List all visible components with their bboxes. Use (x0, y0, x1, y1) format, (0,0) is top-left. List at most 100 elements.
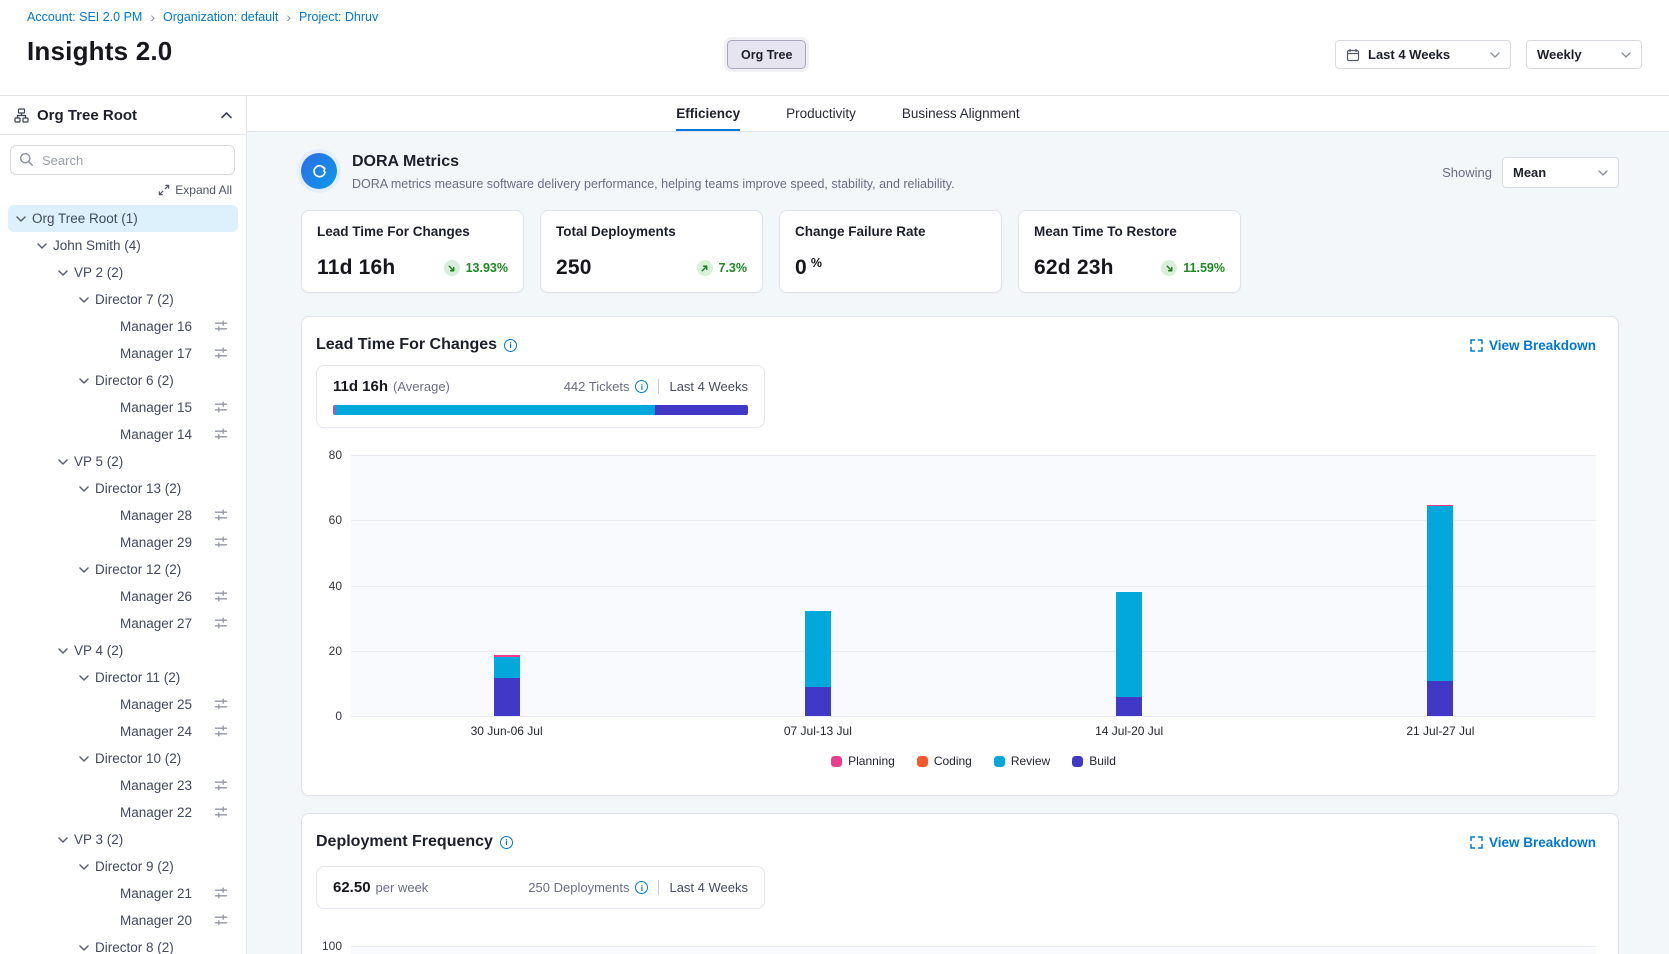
chevron-down-icon (1598, 170, 1608, 176)
legend-item-planning[interactable]: Planning (831, 754, 895, 768)
deployment-rate-qualifier: per week (376, 880, 429, 895)
tree-item-john-smith-4[interactable]: John Smith (4) (8, 232, 238, 259)
filters-sliders-icon[interactable] (214, 778, 228, 795)
lead-time-stage-bar[interactable] (333, 405, 748, 415)
filters-sliders-icon[interactable] (214, 805, 228, 822)
tree-item-manager-17[interactable]: Manager 17 (8, 340, 238, 367)
filters-sliders-icon[interactable] (214, 616, 228, 633)
deployment-view-breakdown-link[interactable]: View Breakdown (1470, 835, 1596, 850)
filters-sliders-icon[interactable] (214, 319, 228, 336)
bar-21-jul-27-jul[interactable] (1427, 505, 1453, 716)
tree-item-manager-28[interactable]: Manager 28 (8, 502, 238, 529)
tree-item-manager-14[interactable]: Manager 14 (8, 421, 238, 448)
tree-item-vp-3-2[interactable]: VP 3 (2) (8, 826, 238, 853)
tree-item-vp-2-2[interactable]: VP 2 (2) (8, 259, 238, 286)
tab-business-alignment[interactable]: Business Alignment (902, 96, 1020, 131)
showing-select[interactable]: Mean (1502, 157, 1619, 188)
tree-item-manager-20[interactable]: Manager 20 (8, 907, 238, 934)
chart-legend: Planning Coding Review Build (351, 754, 1596, 768)
tree-item-director-12-2[interactable]: Director 12 (2) (8, 556, 238, 583)
collapse-sidebar-icon[interactable] (221, 112, 232, 119)
filters-sliders-icon[interactable] (214, 724, 228, 741)
chevron-down-icon[interactable] (58, 270, 74, 276)
chevron-down-icon[interactable] (79, 297, 95, 303)
filters-sliders-icon[interactable] (214, 400, 228, 417)
tree-item-vp-5-2[interactable]: VP 5 (2) (8, 448, 238, 475)
gridline (351, 716, 1596, 717)
info-icon[interactable] (504, 339, 517, 352)
chevron-down-icon[interactable] (58, 648, 74, 654)
tree-item-label: VP 3 (2) (74, 832, 123, 847)
tree-item-label: Manager 26 (120, 589, 192, 604)
tab-productivity[interactable]: Productivity (786, 96, 856, 131)
tree-item-director-8-2[interactable]: Director 8 (2) (8, 934, 238, 954)
tree-item-director-13-2[interactable]: Director 13 (2) (8, 475, 238, 502)
chevron-down-icon[interactable] (16, 216, 32, 222)
x-tick-label: 21 Jul-27 Jul (1406, 724, 1474, 738)
chevron-down-icon[interactable] (79, 864, 95, 870)
filters-sliders-icon[interactable] (214, 886, 228, 903)
tree-item-manager-24[interactable]: Manager 24 (8, 718, 238, 745)
tree-item-manager-22[interactable]: Manager 22 (8, 799, 238, 826)
filters-sliders-icon[interactable] (214, 697, 228, 714)
chevron-down-icon[interactable] (79, 486, 95, 492)
info-icon[interactable] (635, 380, 648, 393)
info-icon[interactable] (635, 881, 648, 894)
chevron-down-icon[interactable] (79, 945, 95, 951)
chevron-down-icon[interactable] (79, 378, 95, 384)
tree-item-vp-4-2[interactable]: VP 4 (2) (8, 637, 238, 664)
plot-area (351, 455, 1596, 716)
filters-sliders-icon[interactable] (214, 346, 228, 363)
date-range-select[interactable]: Last 4 Weeks (1335, 40, 1511, 69)
tree-item-label: Manager 21 (120, 886, 192, 901)
chevron-down-icon[interactable] (58, 459, 74, 465)
tree-item-org-tree-root-1[interactable]: Org Tree Root (1) (8, 205, 238, 232)
chevron-down-icon[interactable] (79, 567, 95, 573)
tree-item-director-10-2[interactable]: Director 10 (2) (8, 745, 238, 772)
chevron-down-icon[interactable] (58, 837, 74, 843)
filters-sliders-icon[interactable] (214, 427, 228, 444)
bar-30-jun-06-jul[interactable] (494, 655, 520, 716)
tab-efficiency[interactable]: Efficiency (676, 96, 740, 131)
trend-down-icon (444, 260, 460, 276)
bar-14-jul-20-jul[interactable] (1116, 592, 1142, 716)
filters-sliders-icon[interactable] (214, 913, 228, 930)
legend-item-review[interactable]: Review (994, 754, 1050, 768)
tree-item-manager-27[interactable]: Manager 27 (8, 610, 238, 637)
tree-item-manager-16[interactable]: Manager 16 (8, 313, 238, 340)
granularity-select[interactable]: Weekly (1526, 40, 1642, 69)
tree-item-director-9-2[interactable]: Director 9 (2) (8, 853, 238, 880)
expand-all-button[interactable]: Expand All (0, 183, 232, 197)
filters-sliders-icon[interactable] (214, 589, 228, 606)
breadcrumb-link-project-dhruv[interactable]: Project: Dhruv (299, 10, 378, 24)
metric-value: 11d 16h (317, 256, 395, 280)
filters-sliders-icon[interactable] (214, 535, 228, 552)
tree-item-manager-29[interactable]: Manager 29 (8, 529, 238, 556)
info-icon[interactable] (500, 836, 513, 849)
legend-item-build[interactable]: Build (1072, 754, 1116, 768)
lead-time-view-breakdown-link[interactable]: View Breakdown (1470, 338, 1596, 353)
tree-item-manager-25[interactable]: Manager 25 (8, 691, 238, 718)
tree-item-manager-23[interactable]: Manager 23 (8, 772, 238, 799)
tree-item-director-11-2[interactable]: Director 11 (2) (8, 664, 238, 691)
deployments-count: 250 Deployments (528, 880, 629, 895)
breadcrumb-link-account-sei-2-0-pm[interactable]: Account: SEI 2.0 PM (27, 10, 142, 24)
chevron-down-icon[interactable] (79, 756, 95, 762)
bar-07-jul-13-jul[interactable] (805, 611, 831, 716)
chevron-down-icon[interactable] (79, 675, 95, 681)
tree-item-director-7-2[interactable]: Director 7 (2) (8, 286, 238, 313)
tree-item-label: Manager 25 (120, 697, 192, 712)
tree-item-manager-15[interactable]: Manager 15 (8, 394, 238, 421)
legend-item-coding[interactable]: Coding (917, 754, 972, 768)
tree-item-director-6-2[interactable]: Director 6 (2) (8, 367, 238, 394)
search-input[interactable] (10, 145, 235, 175)
breadcrumb-link-organization-default[interactable]: Organization: default (163, 10, 278, 24)
chevron-down-icon[interactable] (37, 243, 53, 249)
tree-item-manager-26[interactable]: Manager 26 (8, 583, 238, 610)
tree-item-manager-21[interactable]: Manager 21 (8, 880, 238, 907)
top-controls: Last 4 Weeks Weekly (1335, 40, 1642, 69)
metric-card-mean-time-to-restore: Mean Time To Restore62d 23h11.59% (1018, 210, 1241, 293)
tree-item-label: John Smith (4) (53, 238, 141, 253)
filters-sliders-icon[interactable] (214, 508, 228, 525)
org-tree-button[interactable]: Org Tree (727, 40, 806, 69)
